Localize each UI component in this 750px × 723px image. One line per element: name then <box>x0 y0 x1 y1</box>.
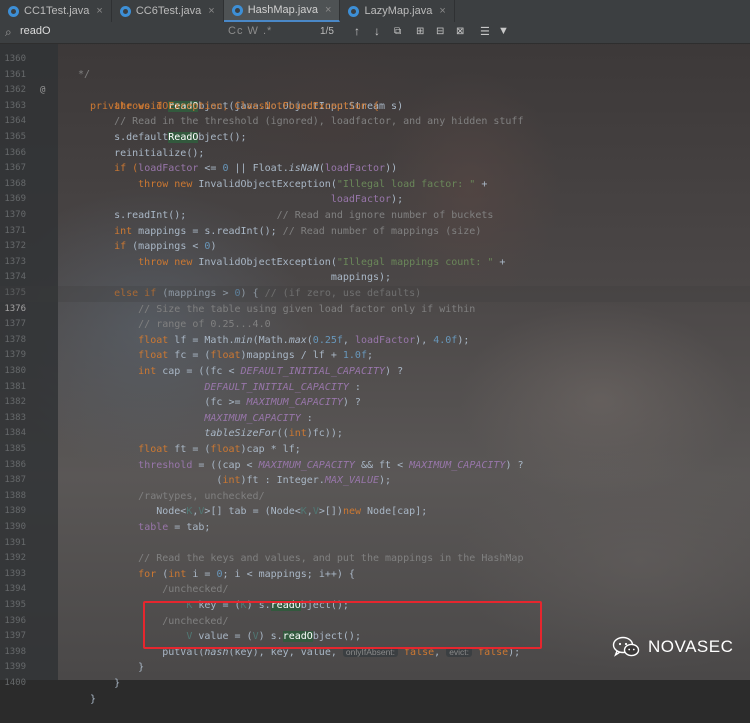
code-line: 1370 int mappings = s.readInt(); // Read… <box>4 209 482 237</box>
code-line: 1382 MAXIMUM_CAPACITY : <box>4 397 313 424</box>
watermark: NOVASEC <box>612 636 733 658</box>
code-line: 1383 tableSizeFor((int)fc)); <box>4 412 343 440</box>
code-line: 1371 if (mappings < 0) <box>4 225 217 253</box>
code-line: 1364 s.defaultReadObject(); <box>4 116 247 143</box>
code-editor[interactable]: 1360 */ 1361 @ private void readObject(j… <box>0 43 750 705</box>
close-icon[interactable]: × <box>208 5 214 17</box>
code-line: 1362 throws IOException, ClassNotFoundEx… <box>4 85 379 112</box>
code-line: 1366 if (loadFactor <= 0 || Float.isNaN(… <box>4 147 398 175</box>
code-line: 1379 int cap = ((fc < DEFAULT_INITIAL_CA… <box>4 350 404 377</box>
code-line: 1390 <box>4 521 26 532</box>
code-line: 1378 float fc = (float)mappings / lf + 1… <box>4 334 374 362</box>
tab-cc6test[interactable]: CC6Test.java × <box>112 0 224 22</box>
code-line: 1360 */ <box>0 36 750 81</box>
code-line: 1365 reinitialize(); <box>4 131 205 159</box>
tab-label: CC1Test.java <box>24 5 90 17</box>
code-line: 1368 loadFactor); <box>4 178 404 206</box>
code-line: 1388 Node<K,V>[] tab = (Node<K,V>[])new … <box>4 490 428 518</box>
java-class-icon <box>348 5 360 17</box>
code-line: 1386 (int)ft : Integer.MAX_VALUE); <box>4 459 392 487</box>
code-line: 1393 /unchecked/ <box>4 568 229 596</box>
highlight-box <box>143 601 542 649</box>
code-line: 1367 throw new InvalidObjectException("I… <box>4 163 488 190</box>
code-line: 1385 threshold = ((cap < MAXIMUM_CAPACIT… <box>4 443 524 471</box>
code-line: 1375 // Size the table using given load … <box>4 287 476 315</box>
tab-label: LazyMap.java <box>364 5 433 17</box>
editor-tab-bar: CC1Test.java × CC6Test.java × HashMap.ja… <box>0 0 750 23</box>
watermark-text: NOVASEC <box>648 637 734 656</box>
code-line: 1387 /rawtypes, unchecked/ <box>4 475 265 502</box>
code-line: 1369 s.readInt(); // Read and ignore num… <box>4 194 494 221</box>
tab-label: CC6Test.java <box>135 5 202 17</box>
code-line: 1374 else if (mappings > 0) { // (if zer… <box>4 272 422 299</box>
tab-cc1test[interactable]: CC1Test.java × <box>0 0 112 22</box>
code-line: 1394 K key = (K) s.readObject(); <box>4 584 349 611</box>
code-line: 1389 table = tab; <box>4 506 211 533</box>
close-icon[interactable]: × <box>96 5 102 17</box>
wechat-icon <box>612 636 640 657</box>
java-class-icon <box>119 5 131 17</box>
tab-label: HashMap.java <box>247 4 319 16</box>
java-class-icon <box>231 4 243 16</box>
close-icon[interactable]: × <box>325 4 331 16</box>
code-line: 1363 // Read in the threshold (ignored),… <box>4 100 524 128</box>
code-line: 1380 DEFAULT_INITIAL_CAPACITY : <box>4 365 361 393</box>
code-line: 1392 for (int i = 0; i < mappings; i++) … <box>4 553 355 580</box>
code-line: 1377 float lf = Math.min(Math.max(0.25f,… <box>4 319 470 346</box>
current-code-line: 1376 // range of 0.25...4.0 <box>0 286 750 330</box>
code-line: 1384 float ft = (float)cap * lf; <box>4 428 301 455</box>
tab-lazymap[interactable]: LazyMap.java × <box>340 0 455 22</box>
code-line: 1372 throw new InvalidObjectException("I… <box>4 241 506 268</box>
code-line: 1381 (fc >= MAXIMUM_CAPACITY) ? <box>4 381 361 409</box>
tab-hashmap[interactable]: HashMap.java × <box>223 0 341 22</box>
java-class-icon <box>8 5 19 17</box>
code-line: 1400 } <box>4 677 97 705</box>
code-line: 1395 /unchecked/ <box>4 599 229 627</box>
code-line: 1373 mappings); <box>4 256 392 284</box>
code-line: 1391 // Read the keys and values, and pu… <box>4 537 524 565</box>
code-line: 1361 @ private void readObject(java.io.O… <box>0 52 750 112</box>
close-icon[interactable]: × <box>439 5 445 17</box>
